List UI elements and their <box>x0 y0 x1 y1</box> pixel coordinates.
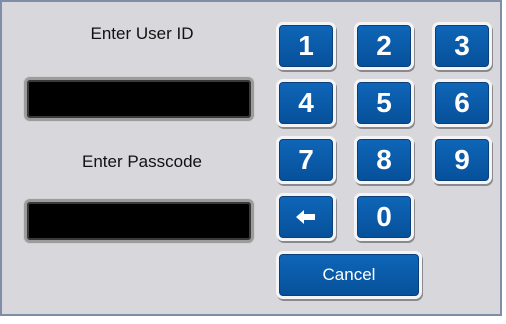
cancel-button[interactable]: Cancel <box>276 251 422 299</box>
backspace-button[interactable] <box>276 193 336 241</box>
user-id-label: Enter User ID <box>90 24 194 43</box>
key-7[interactable]: 7 <box>276 136 336 184</box>
key-6[interactable]: 6 <box>432 79 492 127</box>
key-3[interactable]: 3 <box>432 22 492 70</box>
passcode-field[interactable] <box>24 199 254 243</box>
key-5[interactable]: 5 <box>354 79 414 127</box>
left-arrow-icon <box>296 210 316 224</box>
login-panel: Enter User ID Enter Passcode 1 2 3 4 5 6… <box>0 0 502 316</box>
key-8[interactable]: 8 <box>354 136 414 184</box>
key-9[interactable]: 9 <box>432 136 492 184</box>
user-id-field[interactable] <box>24 77 254 121</box>
key-1[interactable]: 1 <box>276 22 336 70</box>
key-4[interactable]: 4 <box>276 79 336 127</box>
passcode-label: Enter Passcode <box>81 152 202 171</box>
key-0[interactable]: 0 <box>354 193 414 241</box>
key-2[interactable]: 2 <box>354 22 414 70</box>
